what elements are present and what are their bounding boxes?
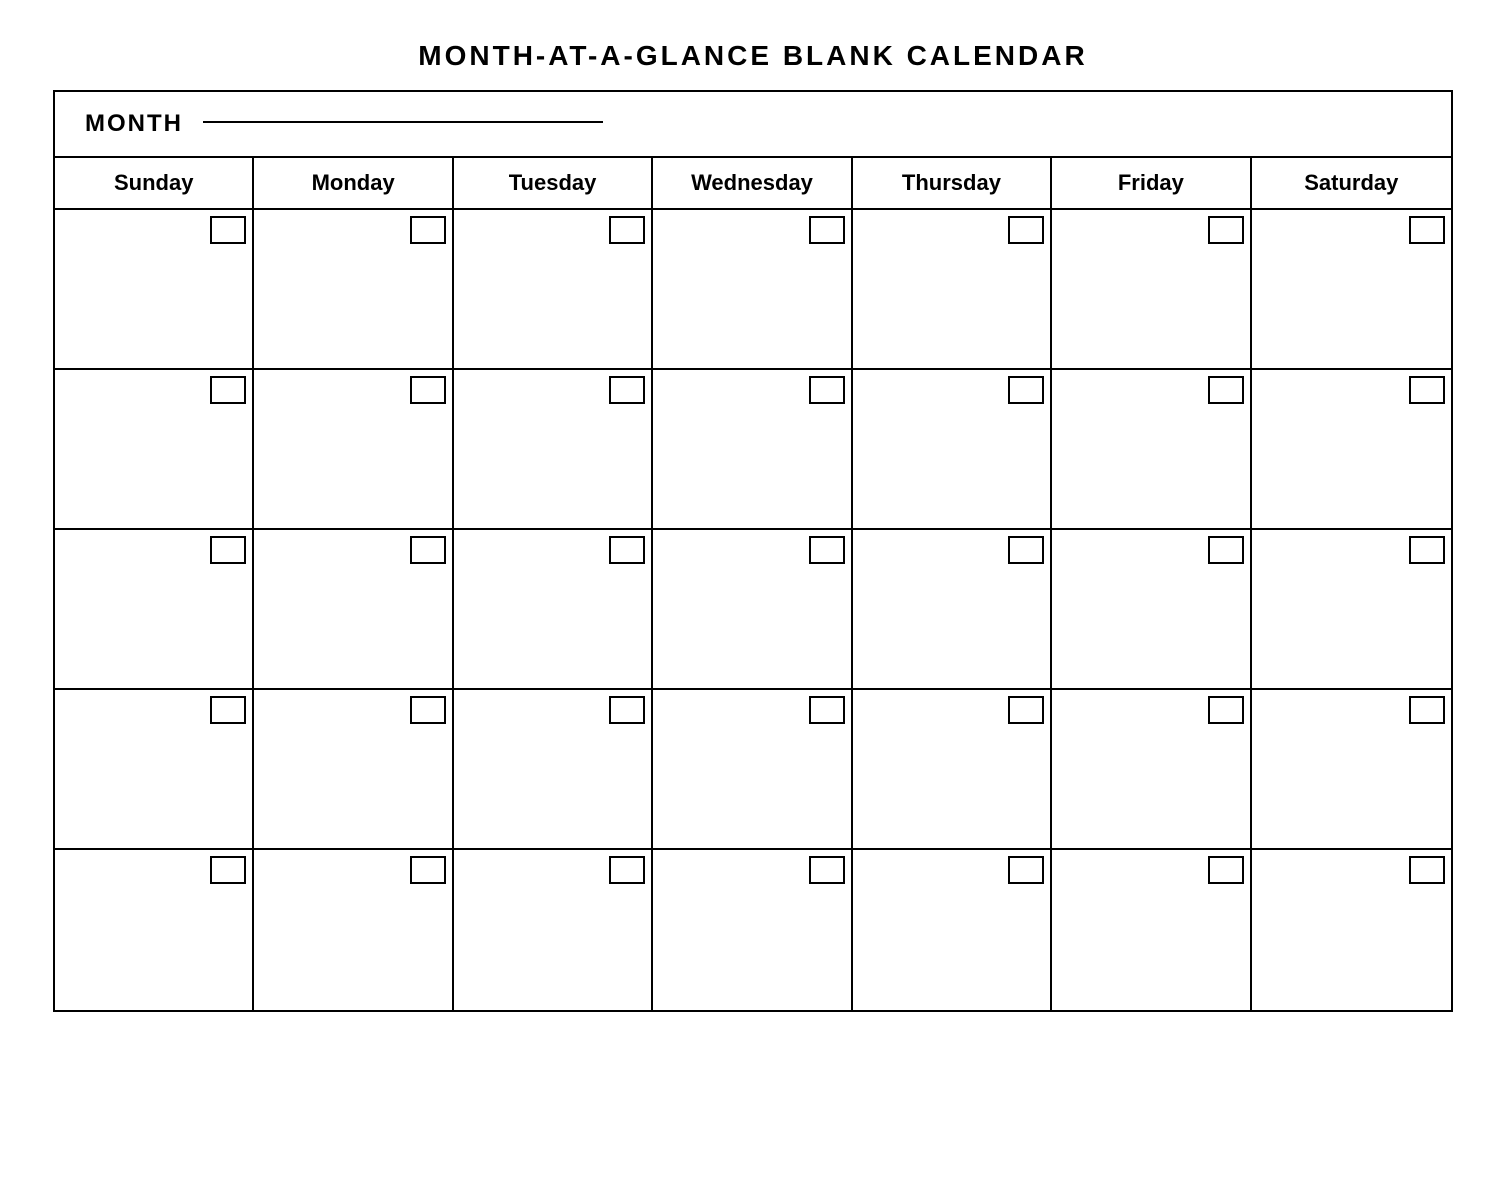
date-box — [1008, 536, 1044, 564]
date-box — [1409, 536, 1445, 564]
calendar-cell[interactable] — [1052, 370, 1251, 530]
calendar-cell[interactable] — [853, 370, 1052, 530]
date-box — [410, 856, 446, 884]
page-title: MONTH-AT-A-GLANCE BLANK CALENDAR — [53, 40, 1453, 72]
date-box — [410, 696, 446, 724]
date-box — [609, 696, 645, 724]
calendar-cell[interactable] — [254, 850, 453, 1010]
date-box — [210, 536, 246, 564]
date-box — [210, 216, 246, 244]
month-line — [203, 121, 603, 123]
date-box — [1008, 856, 1044, 884]
day-header-sunday: Sunday — [55, 158, 254, 208]
calendar-cell[interactable] — [55, 530, 254, 690]
date-box — [809, 696, 845, 724]
calendar-cell[interactable] — [1252, 210, 1451, 370]
calendar-cell[interactable] — [454, 210, 653, 370]
calendar-cell[interactable] — [454, 370, 653, 530]
calendar-cell[interactable] — [653, 370, 852, 530]
calendar-cell[interactable] — [254, 210, 453, 370]
calendar-cell[interactable] — [454, 850, 653, 1010]
calendar-cell[interactable] — [1052, 530, 1251, 690]
date-box — [1208, 856, 1244, 884]
date-box — [1008, 376, 1044, 404]
date-box — [609, 536, 645, 564]
date-box — [609, 216, 645, 244]
date-box — [1409, 696, 1445, 724]
day-header-saturday: Saturday — [1252, 158, 1451, 208]
calendar-cell[interactable] — [454, 690, 653, 850]
calendar-cell[interactable] — [653, 850, 852, 1010]
page-wrapper: MONTH-AT-A-GLANCE BLANK CALENDAR MONTH S… — [33, 20, 1473, 1032]
day-header-friday: Friday — [1052, 158, 1251, 208]
day-header-wednesday: Wednesday — [653, 158, 852, 208]
calendar-cell[interactable] — [55, 370, 254, 530]
date-box — [1008, 216, 1044, 244]
calendar-cell[interactable] — [653, 210, 852, 370]
date-box — [1409, 376, 1445, 404]
days-header: SundayMondayTuesdayWednesdayThursdayFrid… — [55, 158, 1451, 210]
date-box — [210, 376, 246, 404]
date-box — [609, 856, 645, 884]
calendar-cell[interactable] — [653, 530, 852, 690]
date-box — [210, 856, 246, 884]
calendar-grid — [55, 210, 1451, 1010]
calendar-cell[interactable] — [1052, 210, 1251, 370]
month-header: MONTH — [55, 92, 1451, 158]
date-box — [410, 376, 446, 404]
date-box — [1008, 696, 1044, 724]
calendar-cell[interactable] — [653, 690, 852, 850]
date-box — [1208, 696, 1244, 724]
date-box — [410, 216, 446, 244]
month-label: MONTH — [85, 110, 183, 138]
date-box — [1409, 216, 1445, 244]
calendar-cell[interactable] — [55, 690, 254, 850]
date-box — [809, 536, 845, 564]
date-box — [809, 216, 845, 244]
calendar-cell[interactable] — [254, 690, 453, 850]
calendar-cell[interactable] — [1052, 690, 1251, 850]
calendar-outer: MONTH SundayMondayTuesdayWednesdayThursd… — [53, 90, 1453, 1012]
calendar-cell[interactable] — [1252, 690, 1451, 850]
calendar-cell[interactable] — [1252, 370, 1451, 530]
date-box — [609, 376, 645, 404]
calendar-cell[interactable] — [55, 210, 254, 370]
calendar-cell[interactable] — [853, 850, 1052, 1010]
calendar-cell[interactable] — [254, 530, 453, 690]
date-box — [809, 856, 845, 884]
calendar-cell[interactable] — [853, 690, 1052, 850]
calendar-cell[interactable] — [454, 530, 653, 690]
calendar-cell[interactable] — [853, 210, 1052, 370]
date-box — [1208, 216, 1244, 244]
calendar-cell[interactable] — [254, 370, 453, 530]
date-box — [809, 376, 845, 404]
calendar-cell[interactable] — [1052, 850, 1251, 1010]
day-header-monday: Monday — [254, 158, 453, 208]
calendar-cell[interactable] — [853, 530, 1052, 690]
date-box — [1208, 376, 1244, 404]
day-header-tuesday: Tuesday — [454, 158, 653, 208]
date-box — [410, 536, 446, 564]
calendar-cell[interactable] — [55, 850, 254, 1010]
calendar-cell[interactable] — [1252, 530, 1451, 690]
calendar-cell[interactable] — [1252, 850, 1451, 1010]
day-header-thursday: Thursday — [853, 158, 1052, 208]
date-box — [210, 696, 246, 724]
date-box — [1409, 856, 1445, 884]
date-box — [1208, 536, 1244, 564]
